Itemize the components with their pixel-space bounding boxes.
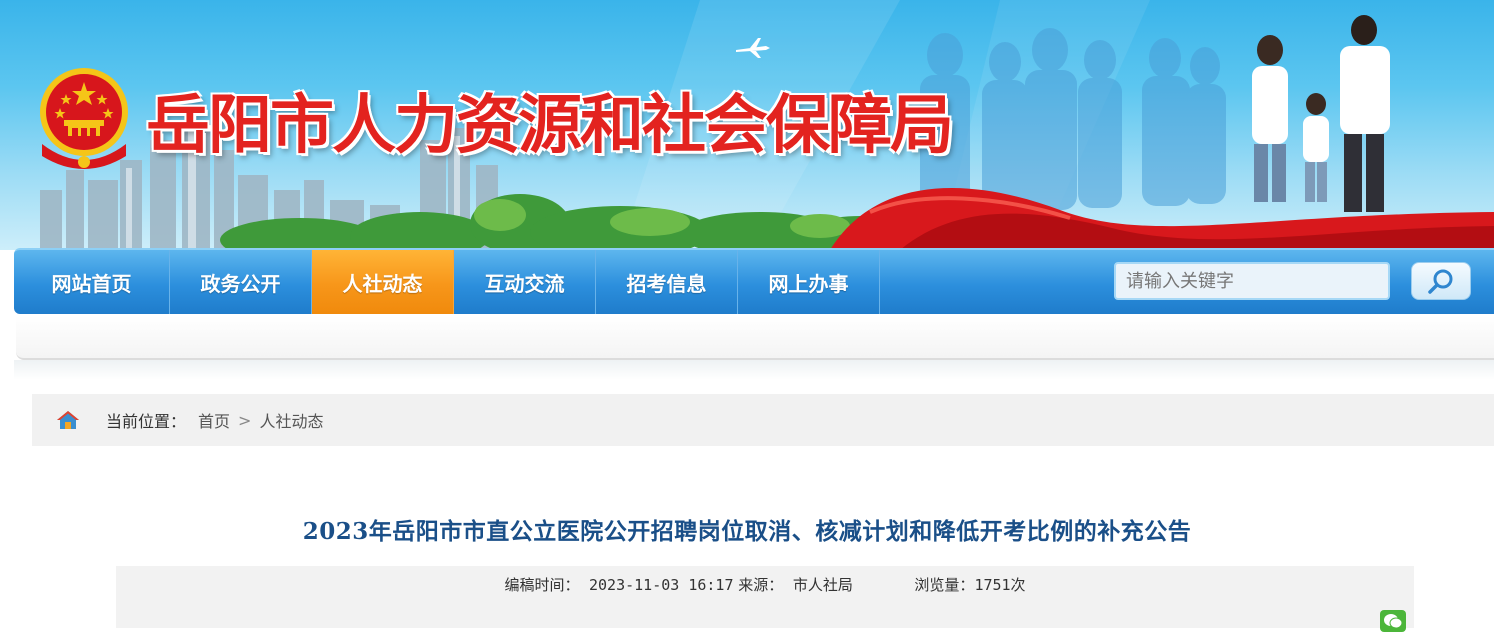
search-button[interactable] — [1411, 262, 1471, 300]
nav-item-hr-news[interactable]: 人社动态 — [312, 250, 454, 314]
wechat-share-icon[interactable] — [1380, 610, 1406, 632]
nav-item-interaction[interactable]: 互动交流 — [454, 250, 596, 314]
main-nav: 网站首页 政务公开 人社动态 互动交流 招考信息 网上办事 — [14, 248, 1494, 314]
nav-item-government-affairs[interactable]: 政务公开 — [170, 250, 312, 314]
source-value: 市人社局 — [792, 576, 853, 594]
article-meta: 编稿时间： 2023-11-03 16:17 来源： 市人社局 浏览量：1751… — [116, 574, 1414, 595]
nav-item-online-services[interactable]: 网上办事 — [738, 250, 880, 314]
article-title: 2023年岳阳市市直公立医院公开招聘岗位取消、核减计划和降低开考比例的补充公告 — [302, 518, 1192, 545]
breadcrumb-label: 当前位置： — [106, 412, 187, 431]
search-icon — [1428, 269, 1453, 294]
home-icon[interactable] — [56, 410, 80, 430]
divider — [14, 360, 1494, 380]
search-input[interactable] — [1114, 262, 1390, 300]
nav-item-recruitment[interactable]: 招考信息 — [596, 250, 738, 314]
site-banner: 岳阳市人力资源和社会保障局 — [0, 0, 1494, 250]
views-label: 浏览量： — [914, 576, 975, 594]
breadcrumb-item-hr-news[interactable]: 人社动态 — [259, 408, 323, 432]
breadcrumb-item-home[interactable]: 首页 — [198, 408, 230, 432]
views-value: 1751次 — [974, 576, 1026, 594]
national-emblem-icon — [40, 68, 128, 169]
breadcrumb-separator: > — [238, 410, 252, 430]
article-meta-box: 编稿时间： 2023-11-03 16:17 来源： 市人社局 浏览量：1751… — [116, 566, 1414, 628]
edit-time-label: 编稿时间： — [504, 576, 580, 594]
nav-item-home[interactable]: 网站首页 — [14, 250, 170, 314]
site-title: 岳阳市人力资源和社会保障局 — [146, 88, 954, 163]
edit-time-value: 2023-11-03 16:17 — [589, 576, 734, 594]
source-label: 来源： — [738, 576, 784, 594]
sub-nav-bar — [16, 316, 1494, 360]
breadcrumb: 当前位置： 首页 > 人社动态 — [32, 394, 1494, 446]
